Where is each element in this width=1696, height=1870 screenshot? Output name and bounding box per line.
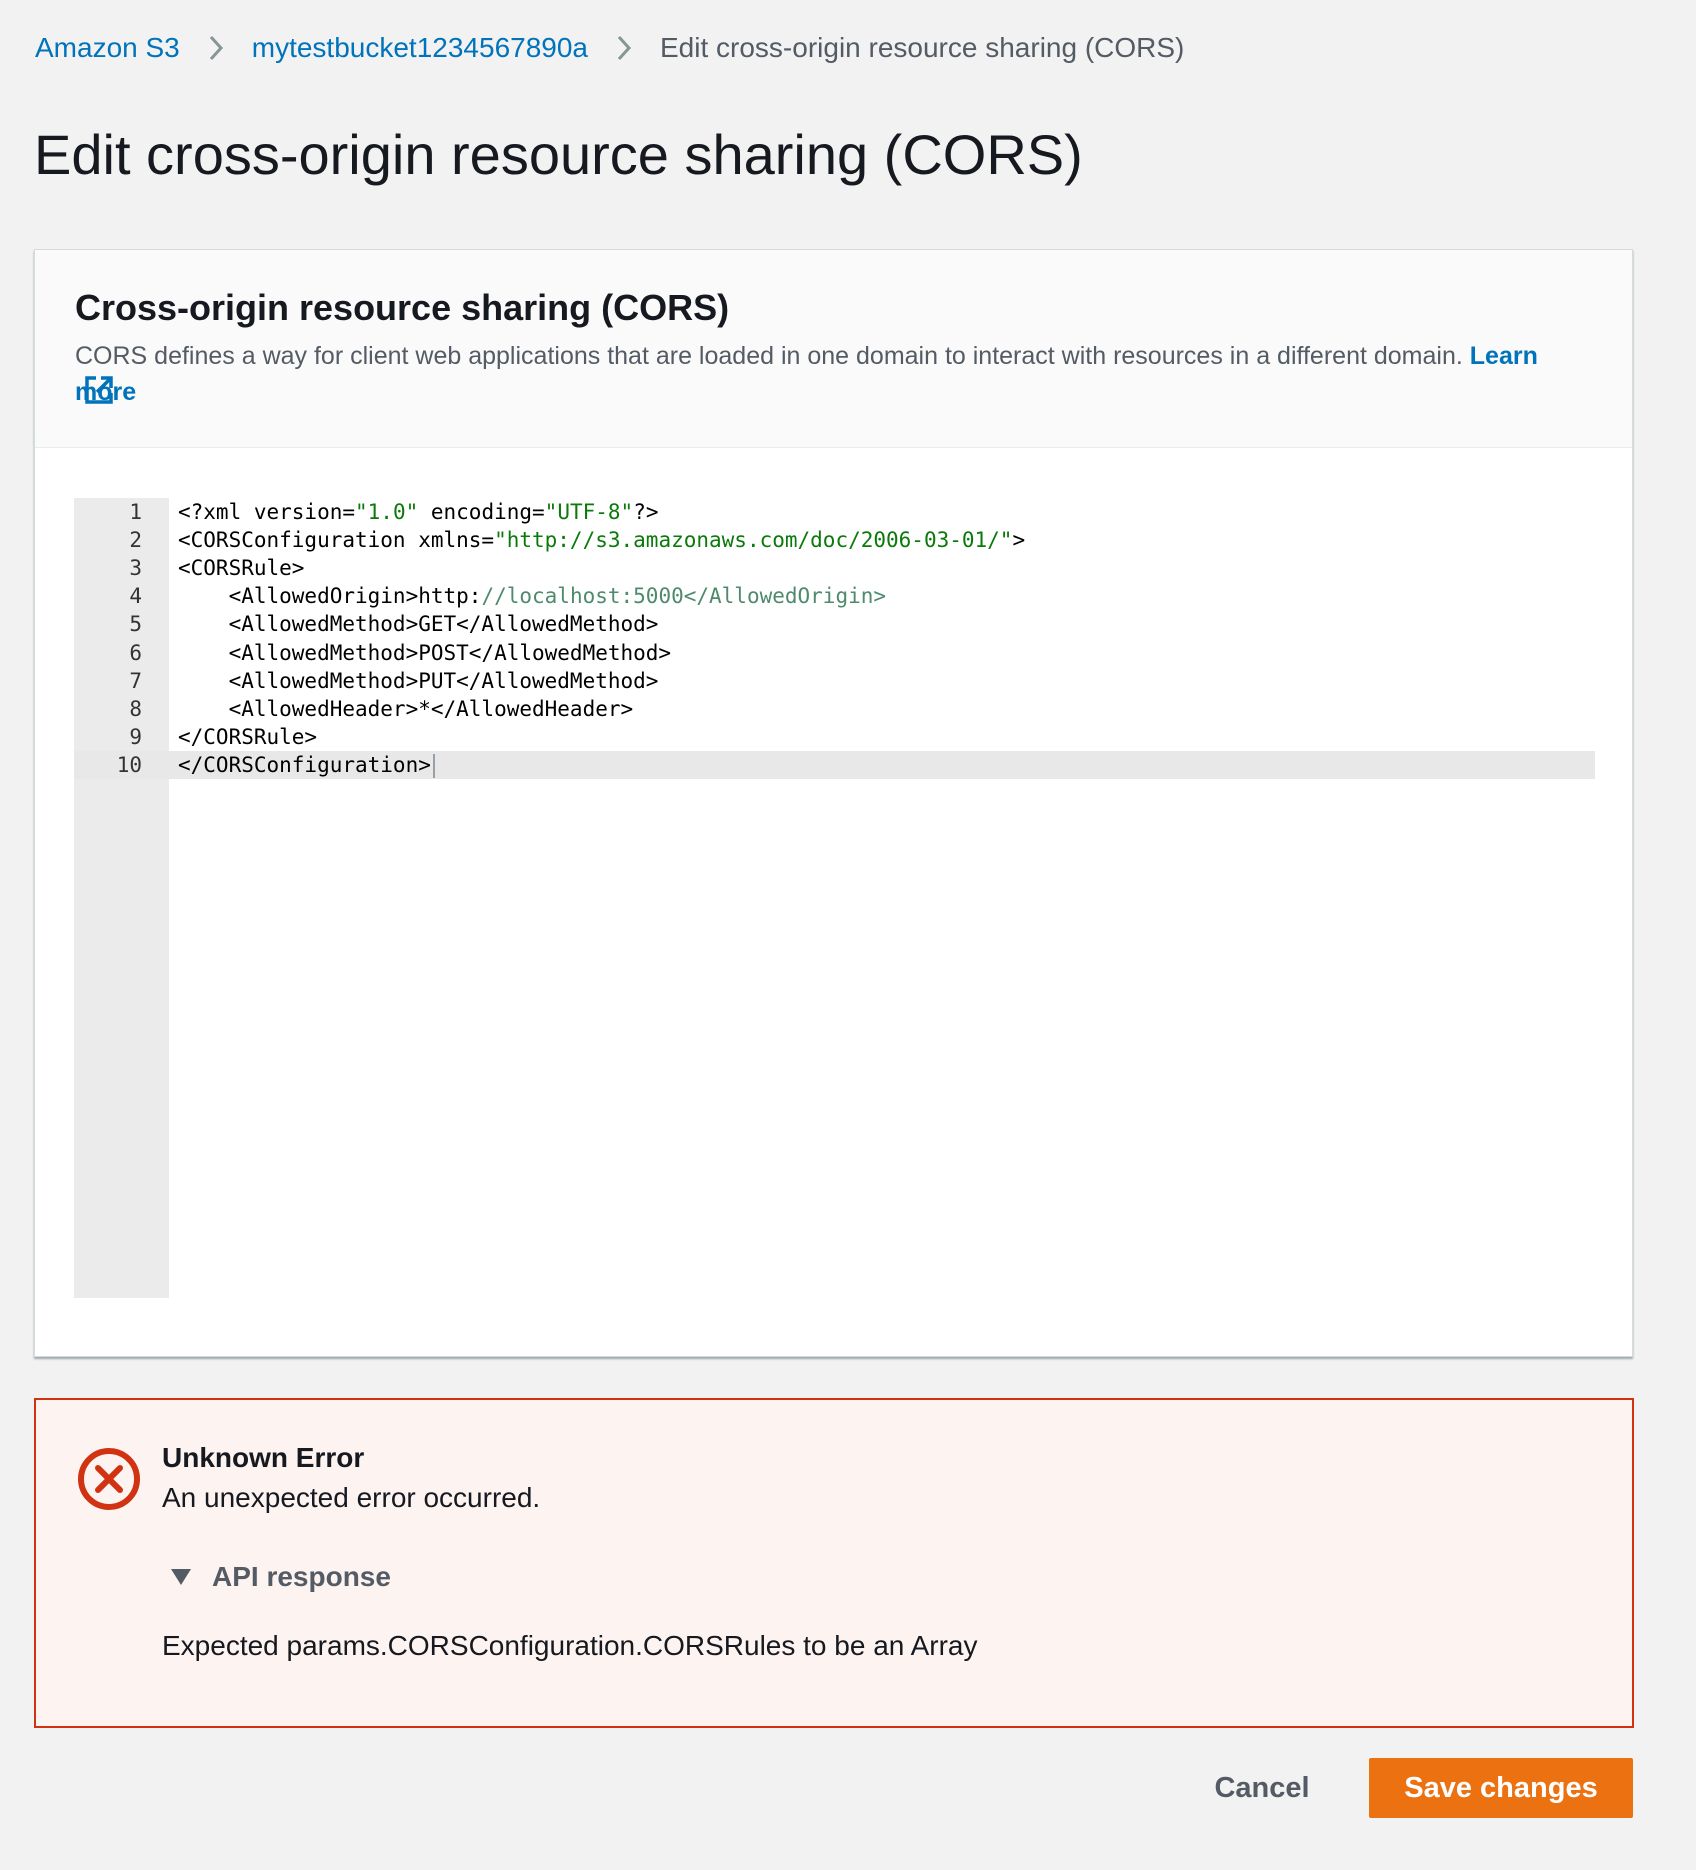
code-token: encoding= (418, 500, 545, 524)
error-message: An unexpected error occurred. (162, 1482, 541, 1513)
line-text: </CORSRule> (178, 723, 317, 751)
code-line[interactable]: 5 <AllowedMethod>GET</AllowedMethod> (74, 610, 1595, 638)
code-token: //localhost:5000</AllowedOrigin> (481, 584, 887, 609)
code-token: <CORSRule> (178, 556, 305, 581)
line-text: <AllowedMethod>GET</AllowedMethod> (178, 610, 659, 638)
code-token: <AllowedMethod>GET</AllowedMethod> (178, 612, 659, 637)
line-text: <AllowedMethod>PUT</AllowedMethod> (178, 667, 659, 695)
line-text: <AllowedMethod>POST</AllowedMethod> (178, 639, 672, 667)
cors-panel-title: Cross-origin resource sharing (CORS) (75, 287, 730, 328)
cancel-button[interactable]: Cancel (1200, 1758, 1324, 1818)
cors-panel-description: CORS defines a way for client web applic… (75, 338, 1595, 410)
code-line[interactable]: 6 <AllowedMethod>POST</AllowedMethod> (74, 639, 1595, 667)
page-title: Edit cross-origin resource sharing (CORS… (34, 123, 1083, 186)
api-response-text: Expected params.CORSConfiguration.CORSRu… (162, 1630, 978, 1661)
code-line[interactable]: 10 </CORSConfiguration> (74, 751, 1595, 779)
breadcrumb-current-page: Edit cross-origin resource sharing (CORS… (660, 32, 1185, 63)
breadcrumb: Amazon S3 mytestbucket1234567890a Edit c… (35, 28, 1184, 68)
line-text: </CORSConfiguration> (178, 751, 435, 779)
code-token: <AllowedMethod>POST</AllowedMethod> (178, 640, 672, 665)
code-token: ?> (633, 500, 659, 524)
error-x-icon (76, 1446, 142, 1512)
line-text: <CORSRule> (178, 554, 304, 582)
line-number: 10 (116, 752, 142, 777)
code-token: </CORSConfiguration> (178, 752, 431, 777)
code-line[interactable]: 7 <AllowedMethod>PUT</AllowedMethod> (74, 667, 1595, 695)
save-changes-button[interactable]: Save changes (1369, 1758, 1633, 1818)
line-number: 4 (129, 584, 142, 609)
breadcrumb-link-bucket[interactable]: mytestbucket1234567890a (252, 32, 588, 64)
code-token: </CORSRule> (178, 724, 318, 749)
code-token: <AllowedOrigin>http: (178, 584, 482, 609)
cors-description-text: CORS defines a way for client web applic… (75, 342, 1463, 370)
code-token: "UTF-8" (544, 500, 634, 524)
chevron-right-icon (180, 28, 252, 68)
code-line[interactable]: 8 <AllowedHeader>*</AllowedHeader> (74, 695, 1595, 723)
line-number: 6 (129, 640, 142, 665)
line-text: <?xml version="1.0" encoding="UTF-8"?> (178, 498, 658, 526)
cors-panel-header: Cross-origin resource sharing (CORS) COR… (35, 250, 1632, 448)
line-number: 7 (129, 668, 142, 693)
code-token: <AllowedHeader>*</AllowedHeader> (178, 696, 634, 721)
api-response-label: API response (212, 1561, 391, 1592)
line-text: <AllowedOrigin>http://localhost:5000</Al… (178, 582, 886, 610)
cors-panel: Cross-origin resource sharing (CORS) COR… (34, 249, 1633, 1357)
api-response-expander[interactable]: API response (170, 1558, 391, 1596)
error-alert: Unknown Error An unexpected error occurr… (34, 1398, 1634, 1728)
line-text: <AllowedHeader>*</AllowedHeader> (178, 695, 634, 723)
line-number: 1 (129, 500, 142, 524)
code-line[interactable]: 9 </CORSRule> (74, 723, 1595, 751)
code-line[interactable]: 4 <AllowedOrigin>http://localhost:5000</… (74, 582, 1595, 610)
code-line[interactable]: 2 <CORSConfiguration xmlns="http://s3.ama… (74, 526, 1595, 554)
line-number: 2 (129, 528, 142, 553)
line-number: 8 (129, 696, 142, 721)
code-line[interactable]: 1 <?xml version="1.0" encoding="UTF-8"?> (74, 498, 1595, 526)
caret-down-icon (171, 1569, 191, 1585)
code-line[interactable]: 3 <CORSRule> (74, 554, 1595, 582)
text-cursor (432, 753, 435, 778)
line-number: 9 (129, 724, 142, 749)
code-token: <AllowedMethod>PUT</AllowedMethod> (178, 668, 659, 693)
cors-code-editor[interactable]: 1 <?xml version="1.0" encoding="UTF-8"?> 2… (74, 498, 1595, 1298)
code-token: > (1012, 528, 1026, 553)
line-number: 5 (129, 612, 142, 637)
line-text: <CORSConfiguration xmlns="http://s3.amaz… (178, 526, 1025, 554)
error-title: Unknown Error (162, 1442, 365, 1473)
line-number: 3 (129, 556, 142, 581)
code-token: <CORSConfiguration xmlns= (178, 528, 495, 553)
code-token: "1.0" (355, 500, 419, 524)
code-token: "http://s3.amazonaws.com/doc/2006-03-01/… (494, 528, 1013, 553)
external-link-icon[interactable] (83, 374, 115, 406)
code-token: <?xml version= (178, 500, 356, 524)
breadcrumb-link-amazon-s3[interactable]: Amazon S3 (35, 32, 180, 64)
chevron-right-icon (588, 28, 660, 68)
